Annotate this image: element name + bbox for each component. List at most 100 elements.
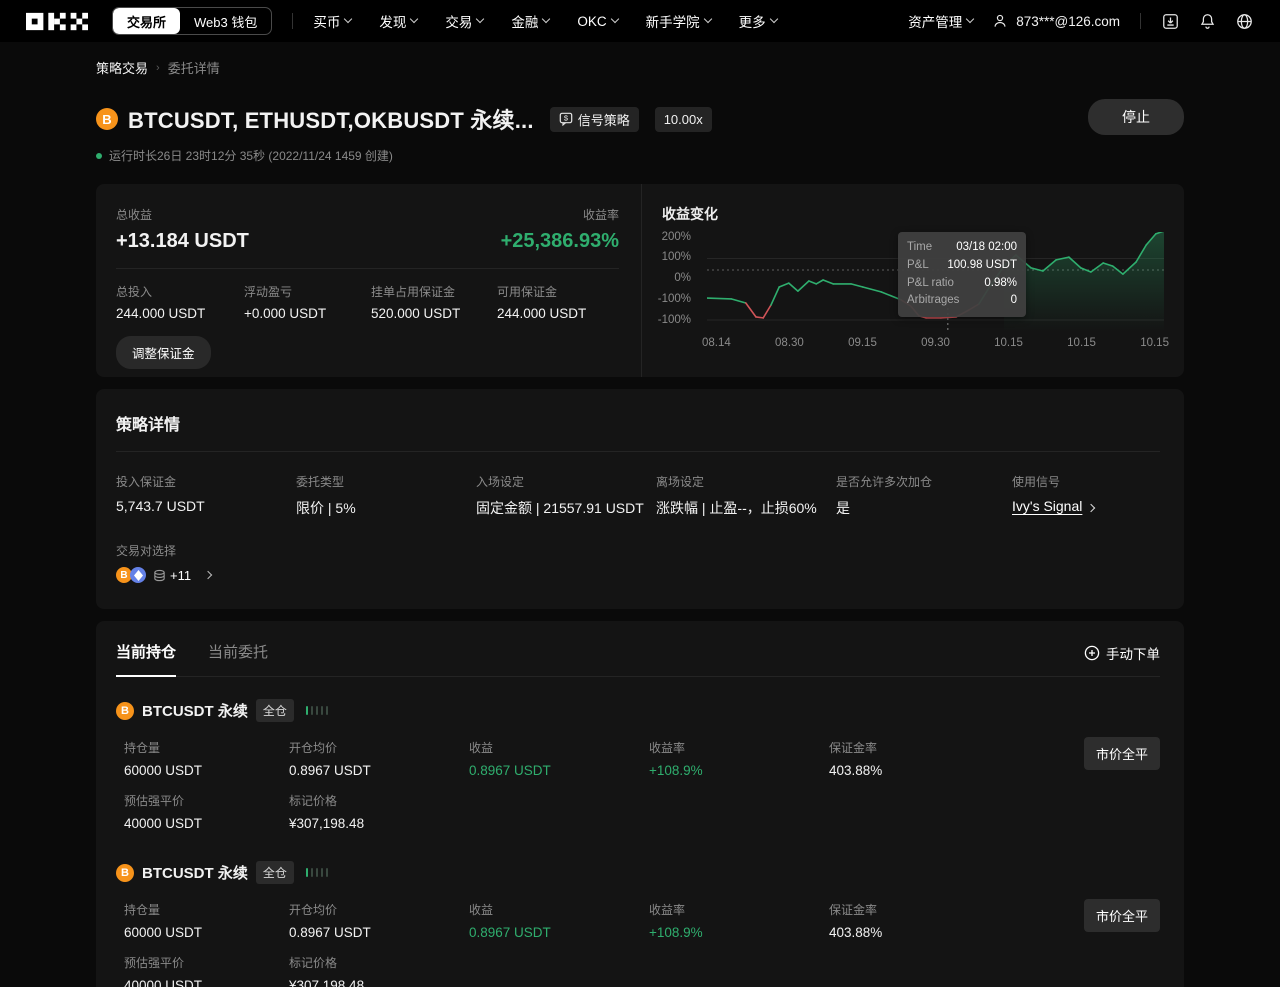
- field-value: 5,743.7 USDT: [116, 498, 296, 514]
- plus-circle-icon: [1084, 645, 1100, 661]
- leverage-label: 10.00x: [664, 112, 703, 127]
- account-menu[interactable]: 873***@126.com: [991, 12, 1120, 30]
- manual-order-label: 手动下单: [1106, 643, 1160, 663]
- coin-stack-icon: [153, 569, 166, 582]
- chevron-down-icon: [542, 15, 550, 23]
- margin-mode-badge: 全仓: [256, 861, 294, 884]
- summary-stat: 总投入 244.000 USDT: [116, 283, 244, 321]
- market-close-button[interactable]: 市价全平: [1084, 899, 1160, 932]
- field-value: 是: [836, 498, 1012, 518]
- nav-item-label: 金融: [511, 11, 538, 31]
- stat-label: 收益: [469, 739, 649, 756]
- account-email: 873***@126.com: [1016, 14, 1120, 29]
- globe-icon: [1235, 12, 1254, 31]
- toggle-web3-wallet[interactable]: Web3 钱包: [180, 8, 271, 34]
- signal-bubble-icon: $: [559, 112, 573, 126]
- tab-current-orders[interactable]: 当前委托: [208, 641, 268, 676]
- stat-label: 收益率: [649, 739, 829, 756]
- bell-icon: [1198, 12, 1217, 31]
- y-tick: 100%: [642, 251, 691, 263]
- breadcrumb-strategy-trading[interactable]: 策略交易: [96, 58, 148, 77]
- position-row: B BTCUSDT 永续 全仓 持仓量 60000 USDT 开仓均价 0.89…: [116, 861, 1160, 987]
- nav-item-finance[interactable]: 金融: [511, 11, 549, 31]
- roi-label: 收益率: [501, 206, 619, 223]
- summary-stats-pane: 总收益 +13.184 USDT 收益率 +25,386.93% 总投入 244…: [96, 184, 641, 377]
- nav-menu: 买币 发现 交易 金融 OKC 新手学院 更多: [313, 11, 776, 31]
- nav-item-label: 发现: [379, 11, 406, 31]
- tab-current-positions[interactable]: 当前持仓: [116, 641, 176, 676]
- chevron-down-icon: [703, 15, 711, 23]
- stat-value: 60000 USDT: [124, 763, 289, 778]
- okx-logo[interactable]: [26, 12, 88, 31]
- chevron-down-icon: [610, 15, 618, 23]
- stat-value: ¥307,198.48: [289, 816, 469, 831]
- field-label: 投入保证金: [116, 473, 296, 490]
- btc-icon: B: [96, 108, 118, 130]
- position-row: B BTCUSDT 永续 全仓 持仓量 60000 USDT 开仓均价 0.89…: [116, 699, 1160, 831]
- nav-item-academy[interactable]: 新手学院: [646, 11, 711, 31]
- pairs-label: 交易对选择: [116, 542, 1160, 559]
- strategy-details-card: 策略详情 投入保证金 5,743.7 USDT 委托类型 限价 | 5% 入场设…: [96, 389, 1184, 609]
- position-stat: 收益率 +108.9%: [649, 739, 829, 778]
- nav-item-more[interactable]: 更多: [739, 11, 777, 31]
- nav-item-trade[interactable]: 交易: [445, 11, 483, 31]
- field-label: 使用信号: [1012, 473, 1160, 490]
- notifications-button[interactable]: [1198, 12, 1217, 31]
- adjust-margin-button[interactable]: 调整保证金: [116, 336, 211, 369]
- stat-value: 40000 USDT: [124, 978, 289, 987]
- roi-value: +25,386.93%: [501, 230, 619, 253]
- position-stat: 持仓量 60000 USDT: [124, 901, 289, 940]
- position-stat: 持仓量 60000 USDT: [124, 739, 289, 778]
- download-app-button[interactable]: [1161, 12, 1180, 31]
- nav-item-discover[interactable]: 发现: [379, 11, 417, 31]
- assets-menu[interactable]: 资产管理: [908, 11, 973, 31]
- strategy-field: 离场设定 涨跌幅 | 止盈--，止损60%: [656, 473, 836, 518]
- position-symbol: BTCUSDT 永续: [142, 862, 248, 883]
- position-stat: 收益 0.8967 USDT: [469, 739, 649, 778]
- chevron-right-icon[interactable]: [204, 571, 212, 579]
- stat-label: 开仓均价: [289, 739, 469, 756]
- signal-source-link[interactable]: Ivy's Signal: [1012, 498, 1082, 514]
- tooltip-label: P&L: [907, 257, 929, 275]
- strategy-field: 是否允许多次加仓 是: [836, 473, 1012, 518]
- stat-value: +0.000 USDT: [244, 306, 371, 321]
- stat-label: 持仓量: [124, 901, 289, 918]
- chevron-down-icon: [410, 15, 418, 23]
- user-icon: [991, 12, 1009, 30]
- nav-right: 资产管理 873***@126.com: [908, 11, 1254, 31]
- okx-logo-icon: [26, 12, 88, 31]
- tooltip-value: 03/18 02:00: [956, 239, 1017, 257]
- stat-value: 244.000 USDT: [497, 306, 619, 321]
- language-button[interactable]: [1235, 12, 1254, 31]
- stat-label: 预估强平价: [124, 792, 289, 809]
- y-tick: -100%: [642, 314, 691, 326]
- page-title: BTCUSDT, ETHUSDT,OKBUSDT 永续...: [128, 103, 534, 135]
- stat-value: 520.000 USDT: [371, 306, 497, 321]
- stat-value: 40000 USDT: [124, 816, 289, 831]
- tooltip-value: 0: [1011, 292, 1017, 310]
- risk-bars-icon: [306, 706, 329, 715]
- position-symbol: BTCUSDT 永续: [142, 700, 248, 721]
- strategy-field-signal: 使用信号 Ivy's Signal: [1012, 473, 1160, 518]
- eth-diamond-icon: [134, 570, 143, 581]
- positions-card: 当前持仓 当前委托 手动下单 B BTCUSDT 永续 全仓 持仓量 60000…: [96, 621, 1184, 987]
- market-close-button[interactable]: 市价全平: [1084, 737, 1160, 770]
- stat-label: 开仓均价: [289, 901, 469, 918]
- position-stat: 开仓均价 0.8967 USDT: [289, 901, 469, 940]
- eth-icon: [130, 567, 146, 583]
- chevron-down-icon: [769, 15, 777, 23]
- summary-stat: 挂单占用保证金 520.000 USDT: [371, 283, 497, 321]
- field-label: 离场设定: [656, 473, 836, 490]
- stat-label: 预估强平价: [124, 954, 289, 971]
- stop-button[interactable]: 停止: [1088, 99, 1184, 135]
- manual-order-button[interactable]: 手动下单: [1084, 643, 1160, 675]
- toggle-exchange[interactable]: 交易所: [113, 8, 180, 34]
- total-pnl-label: 总收益: [116, 206, 249, 223]
- pnl-chart-pane: 收益变化 200% 100% 0% -100% -100% 08.14 08.3…: [641, 184, 1184, 377]
- tooltip-label: Time: [907, 239, 932, 257]
- trading-pairs: 交易对选择 B +11: [116, 542, 1160, 583]
- nav-divider: [292, 13, 293, 29]
- chevron-down-icon: [344, 15, 352, 23]
- nav-item-okc[interactable]: OKC: [577, 14, 617, 29]
- nav-item-buy-crypto[interactable]: 买币: [313, 11, 351, 31]
